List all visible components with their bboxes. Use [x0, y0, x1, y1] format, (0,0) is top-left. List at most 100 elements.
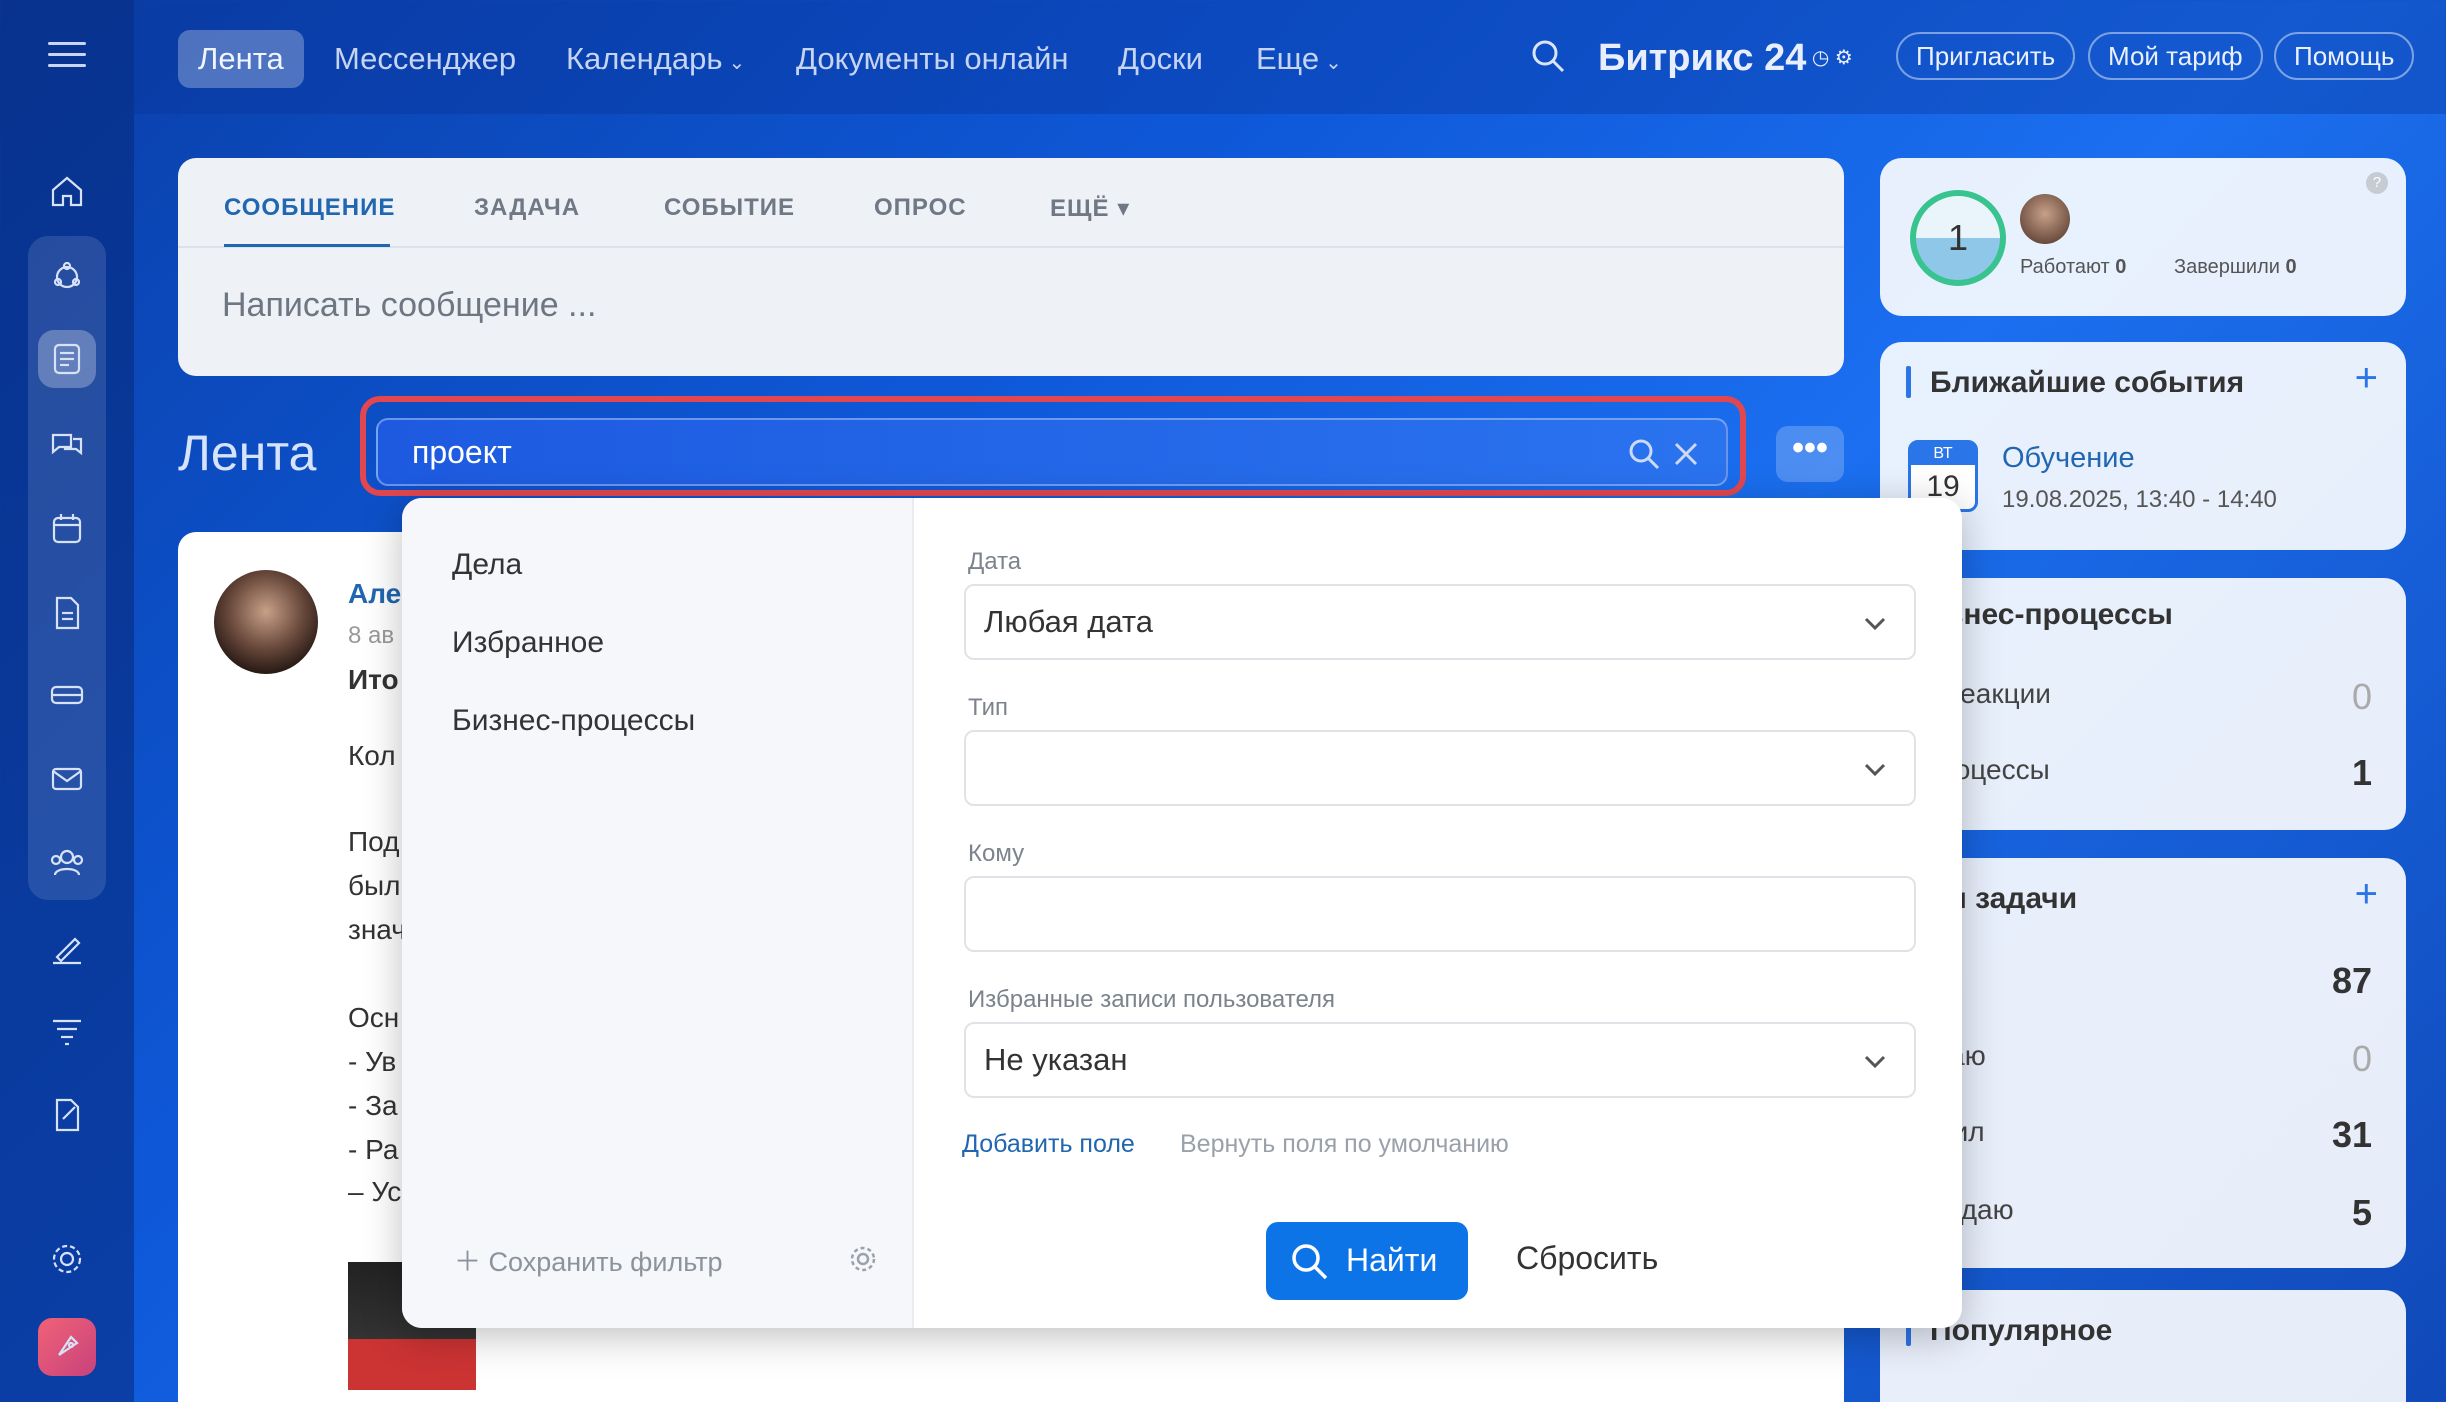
post-line: был [348, 870, 401, 901]
menu-icon[interactable] [48, 42, 86, 68]
mail-icon[interactable] [38, 750, 96, 808]
post-line: Осн [348, 1002, 400, 1033]
reset-button[interactable]: Сбросить [1516, 1240, 1658, 1277]
nav-messenger[interactable]: Мессенджер [314, 30, 536, 88]
preset-item[interactable]: Бизнес-процессы [452, 704, 695, 738]
calendar-icon[interactable] [38, 500, 96, 558]
feed-search [376, 418, 1728, 486]
nav-documents[interactable]: Документы онлайн [776, 30, 1089, 88]
filter-presets: Дела Избранное Бизнес-процессы ＋ Сохрани… [402, 498, 914, 1328]
post-composer: СООБЩЕНИЕ ЗАДАЧА СОБЫТИЕ ОПРОС ЕЩЁ ▾ Нап… [178, 158, 1844, 376]
chevron-down-icon [1860, 754, 1890, 784]
more-button[interactable]: ••• [1776, 426, 1844, 482]
restore-fields-link[interactable]: Вернуть поля по умолчанию [1180, 1130, 1509, 1159]
home-icon[interactable] [38, 162, 96, 220]
avatar[interactable] [214, 570, 318, 674]
help-icon[interactable]: ? [2366, 172, 2388, 194]
post-title: Ито [348, 664, 399, 695]
event-link[interactable]: Обучение [2002, 442, 2135, 475]
filter-popup: Дела Избранное Бизнес-процессы ＋ Сохрани… [402, 498, 1962, 1328]
add-field-link[interactable]: Добавить поле [962, 1130, 1135, 1159]
task-row[interactable]: огаю0 [1924, 1038, 2372, 1079]
events-title: Ближайшие события [1930, 366, 2245, 399]
chevron-down-icon: ⌄ [1325, 52, 1342, 74]
post-line: Под [348, 826, 400, 857]
search-icon[interactable] [1626, 436, 1662, 472]
task-row[interactable]: людаю 5 [1924, 1192, 2372, 1233]
nav-boards[interactable]: Доски [1098, 30, 1223, 88]
clock-icon: ◷ ⚙ [1806, 47, 1853, 69]
save-filter-button[interactable]: ＋ Сохранить фильтр [454, 1240, 723, 1279]
working-label: Работают 0 [2020, 256, 2127, 278]
tab-task[interactable]: ЗАДАЧА [474, 194, 580, 222]
chevron-down-icon [1860, 608, 1890, 638]
post-line: Кол [348, 740, 396, 771]
gear-icon[interactable] [846, 1242, 880, 1276]
bp-row[interactable]: процессы 1 [1924, 752, 2372, 793]
funnel-icon[interactable] [38, 1002, 96, 1060]
post-line: - Ув [348, 1046, 397, 1077]
field-label: Тип [968, 694, 1009, 721]
nav-more[interactable]: Еще ⌄ [1236, 30, 1362, 88]
add-task-button[interactable]: + [2355, 872, 2378, 917]
feed-icon[interactable] [38, 330, 96, 388]
search-input[interactable] [412, 420, 1612, 484]
add-event-button[interactable]: + [2355, 356, 2378, 401]
tab-more[interactable]: ЕЩЁ ▾ [1050, 194, 1130, 223]
brand-logo: Битрикс 24 ◷ ⚙ [1598, 37, 1853, 79]
settings-icon[interactable] [38, 1230, 96, 1288]
page-title: Лента [178, 425, 317, 481]
post-line: - За [348, 1090, 398, 1121]
post-date: 8 ав [348, 622, 395, 649]
event-time: 19.08.2025, 13:40 - 14:40 [2002, 486, 2277, 513]
sign-icon[interactable] [38, 918, 96, 976]
search-icon [1292, 1244, 1328, 1280]
rocket-icon[interactable] [38, 1318, 96, 1376]
status-count: 1 [1910, 190, 2006, 286]
favorites-select[interactable]: Не указан [964, 1022, 1916, 1098]
documents-icon[interactable] [38, 584, 96, 642]
chevron-down-icon: ⌄ [728, 52, 746, 74]
left-rail [0, 0, 134, 1402]
drive-icon[interactable] [38, 666, 96, 724]
nav-feed[interactable]: Лента [178, 30, 304, 88]
date-select[interactable]: Любая дата [964, 584, 1916, 660]
bp-title: изнес-процессы [1930, 598, 2173, 631]
active-tab-indicator [224, 244, 390, 247]
tab-poll[interactable]: ОПРОС [874, 194, 967, 222]
message-input[interactable]: Написать сообщение ... [222, 286, 596, 325]
preset-item[interactable]: Избранное [452, 626, 604, 660]
post-line: – Ус [348, 1176, 402, 1207]
plus-icon: ＋ [454, 1247, 481, 1277]
task-row[interactable]: учил31 [1924, 1114, 2372, 1155]
post-line: знач [348, 914, 406, 945]
post-author[interactable]: Але [348, 578, 401, 610]
accent-bar [1906, 366, 1911, 398]
chevron-down-icon [1860, 1046, 1890, 1076]
field-label: Дата [968, 548, 1022, 575]
tab-message[interactable]: СООБЩЕНИЕ [224, 194, 395, 222]
preset-item[interactable]: Дела [452, 548, 522, 582]
status-card: 1 Работают 0 Завершили 0 ? [1880, 158, 2406, 316]
recipient-field[interactable] [964, 876, 1916, 952]
post-line: - Ра [348, 1134, 399, 1165]
employees-icon[interactable] [38, 834, 96, 892]
search-icon[interactable] [1528, 36, 1568, 76]
find-button[interactable]: Найти [1266, 1222, 1468, 1300]
invite-button[interactable]: Пригласить [1896, 32, 2076, 80]
help-button[interactable]: Помощь [2274, 32, 2415, 80]
collab-icon[interactable] [38, 246, 96, 304]
nav-calendar[interactable]: Календарь ⌄ [546, 30, 765, 88]
divider [178, 246, 1844, 248]
tariff-button[interactable]: Мой тариф [2088, 32, 2263, 80]
avatar[interactable] [2020, 194, 2070, 244]
close-icon[interactable] [1668, 436, 1704, 472]
done-label: Завершили 0 [2174, 256, 2297, 278]
type-select[interactable] [964, 730, 1916, 806]
task-row[interactable]: аю87 [1924, 960, 2372, 1001]
tab-event[interactable]: СОБЫТИЕ [664, 194, 795, 222]
bp-row[interactable]: т реакции 0 [1924, 676, 2372, 717]
forms-icon[interactable] [38, 1086, 96, 1144]
messenger-icon[interactable] [38, 416, 96, 474]
field-label: Избранные записи пользователя [968, 986, 1336, 1013]
